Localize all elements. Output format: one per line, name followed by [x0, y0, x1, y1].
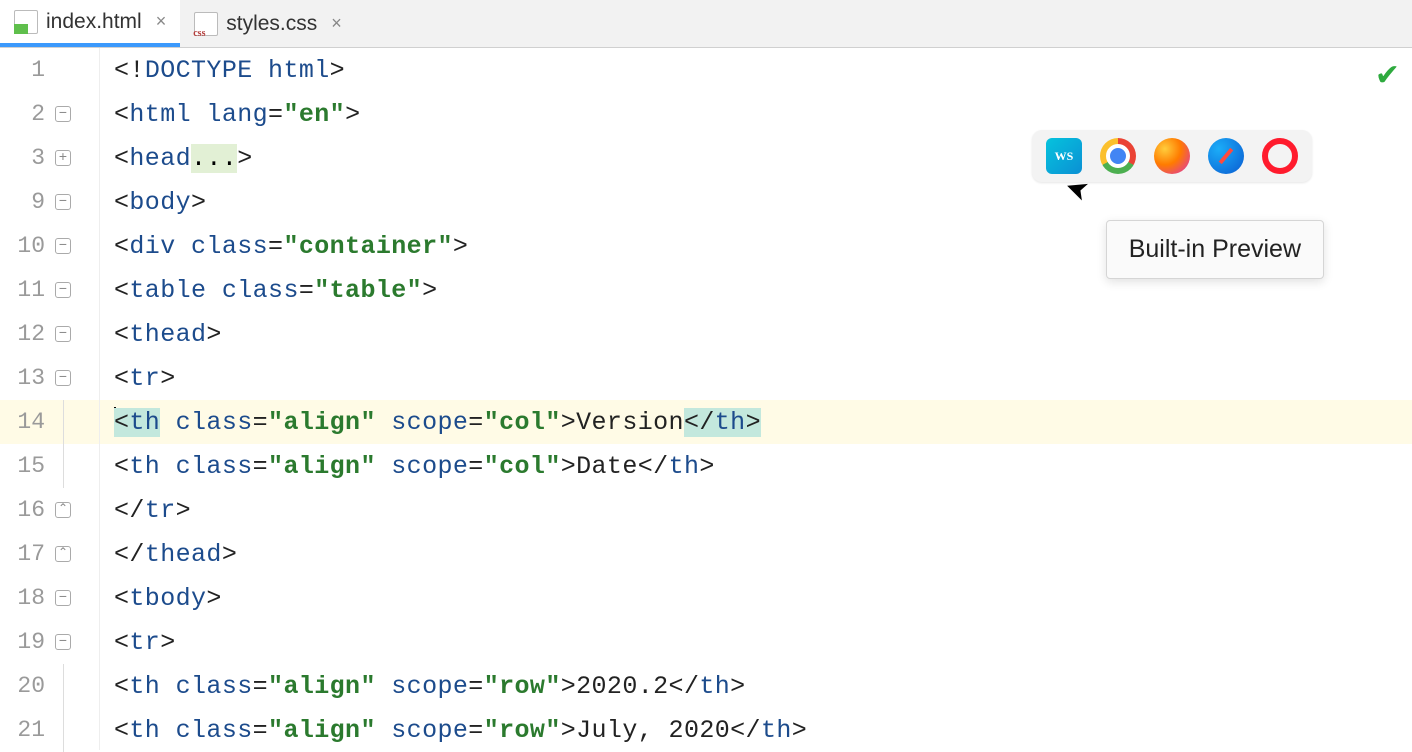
gutter-line: 12− [0, 312, 99, 356]
fold-toggle-icon[interactable]: − [55, 370, 71, 386]
close-icon[interactable]: × [156, 11, 167, 32]
code-line[interactable]: <th class="align" scope="col">Date</th> [100, 444, 1412, 488]
gutter-line: 21 [0, 708, 99, 752]
line-number: 11 [0, 277, 55, 303]
line-number: 20 [0, 673, 55, 699]
line-number: 17 [0, 541, 55, 567]
gutter-line: 14 [0, 400, 99, 444]
tab-label: index.html [46, 10, 142, 34]
close-icon[interactable]: × [331, 13, 342, 34]
gutter-line: 20 [0, 664, 99, 708]
fold-toggle-icon[interactable]: − [55, 282, 71, 298]
fold-expand-icon[interactable]: + [55, 150, 71, 166]
inspection-ok-icon[interactable]: ✔ [1375, 58, 1400, 95]
line-number: 19 [0, 629, 55, 655]
fold-toggle-icon[interactable]: − [55, 590, 71, 606]
code-line[interactable]: <tr> [100, 620, 1412, 664]
gutter-line: 3+ [0, 136, 99, 180]
gutter-line: 11− [0, 268, 99, 312]
code-line[interactable]: <th class="align" scope="row">July, 2020… [100, 708, 1412, 752]
line-number: 10 [0, 233, 55, 259]
tab-bar: index.html × styles.css × [0, 0, 1412, 48]
gutter-line: 9− [0, 180, 99, 224]
line-number: 15 [0, 453, 55, 479]
gutter-line: 2− [0, 92, 99, 136]
firefox-icon[interactable] [1154, 138, 1190, 174]
gutter-line: 10− [0, 224, 99, 268]
code-line[interactable]: </thead> [100, 532, 1412, 576]
gutter: 12−3+9−10−11−12−13−141516⌃17⌃18−19−2021 [0, 48, 100, 750]
fold-toggle-icon[interactable]: − [55, 194, 71, 210]
tab-index-html[interactable]: index.html × [0, 0, 180, 47]
fold-toggle-icon[interactable]: − [55, 106, 71, 122]
fold-toggle-icon[interactable]: − [55, 238, 71, 254]
tab-styles-css[interactable]: styles.css × [180, 0, 356, 47]
webstorm-preview-icon[interactable]: WS [1046, 138, 1082, 174]
line-number: 12 [0, 321, 55, 347]
gutter-line: 15 [0, 444, 99, 488]
chrome-icon[interactable] [1100, 138, 1136, 174]
fold-toggle-icon[interactable]: − [55, 326, 71, 342]
line-number: 13 [0, 365, 55, 391]
line-number: 2 [0, 101, 55, 127]
tab-label: styles.css [226, 12, 317, 36]
css-file-icon [194, 12, 218, 36]
fold-end-icon[interactable]: ⌃ [55, 546, 71, 562]
code-line[interactable]: <!DOCTYPE html> [100, 48, 1412, 92]
gutter-line: 18− [0, 576, 99, 620]
code-line[interactable]: <th class="align" scope="col">Version</t… [100, 400, 1412, 444]
code-line[interactable]: <tbody> [100, 576, 1412, 620]
gutter-line: 1 [0, 48, 99, 92]
code-line[interactable]: <tr> [100, 356, 1412, 400]
opera-icon[interactable] [1262, 138, 1298, 174]
gutter-line: 13− [0, 356, 99, 400]
line-number: 9 [0, 189, 55, 215]
code-line[interactable]: </tr> [100, 488, 1412, 532]
fold-end-icon[interactable]: ⌃ [55, 502, 71, 518]
gutter-line: 19− [0, 620, 99, 664]
fold-toggle-icon[interactable]: − [55, 634, 71, 650]
line-number: 18 [0, 585, 55, 611]
code-line[interactable]: <th class="align" scope="row">2020.2</th… [100, 664, 1412, 708]
line-number: 16 [0, 497, 55, 523]
code-line[interactable]: <body> [100, 180, 1412, 224]
line-number: 21 [0, 717, 55, 743]
tooltip: Built-in Preview [1106, 220, 1324, 279]
code-line[interactable]: <thead> [100, 312, 1412, 356]
gutter-line: 17⌃ [0, 532, 99, 576]
line-number: 3 [0, 145, 55, 171]
line-number: 14 [0, 409, 55, 435]
tooltip-text: Built-in Preview [1129, 235, 1301, 263]
line-number: 1 [0, 57, 55, 83]
safari-icon[interactable] [1208, 138, 1244, 174]
html-file-icon [14, 10, 38, 34]
gutter-line: 16⌃ [0, 488, 99, 532]
